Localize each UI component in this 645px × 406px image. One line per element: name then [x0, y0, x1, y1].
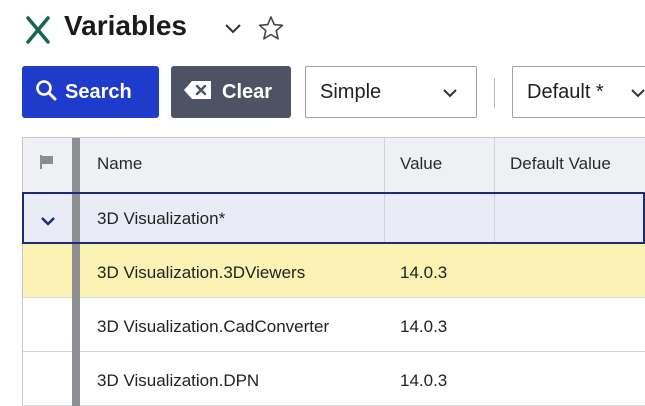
chevron-down-icon[interactable]: [40, 215, 56, 233]
chevron-down-icon: [442, 86, 458, 104]
favorite-star-icon[interactable]: [258, 15, 284, 46]
search-button-label: Search: [65, 80, 132, 103]
view-select-value: Default *: [527, 80, 604, 103]
mode-select-value: Simple: [320, 80, 382, 103]
variables-grid: Name Value Default Value 3D Visualizatio…: [22, 137, 645, 406]
title-dropdown-chevron-icon[interactable]: [224, 22, 242, 40]
row-name: 3D Visualization.CadConverter: [97, 317, 330, 336]
group-row-name: 3D Visualization*: [97, 209, 226, 228]
toolbar-divider: [494, 78, 495, 108]
clear-button-label: Clear: [222, 80, 273, 103]
view-select[interactable]: Default *: [512, 66, 645, 118]
backspace-icon: [183, 80, 213, 105]
variables-x-icon: [26, 16, 50, 49]
search-button[interactable]: Search: [22, 66, 159, 118]
row-value: 14.0.3: [400, 371, 448, 390]
chevron-down-icon: [630, 86, 645, 104]
mode-select[interactable]: Simple: [305, 66, 477, 118]
toolbar: Search Clear Simple Default *: [0, 64, 645, 120]
row-value: 14.0.3: [400, 317, 448, 336]
row-name: 3D Visualization.DPN: [97, 371, 260, 390]
page-header: Variables: [0, 0, 645, 58]
clear-button[interactable]: Clear: [171, 66, 291, 118]
search-icon: [35, 79, 57, 106]
page-title: Variables: [64, 10, 187, 41]
row-value: 14.0.3: [400, 263, 448, 282]
row-name: 3D Visualization.3DViewers: [97, 263, 306, 282]
